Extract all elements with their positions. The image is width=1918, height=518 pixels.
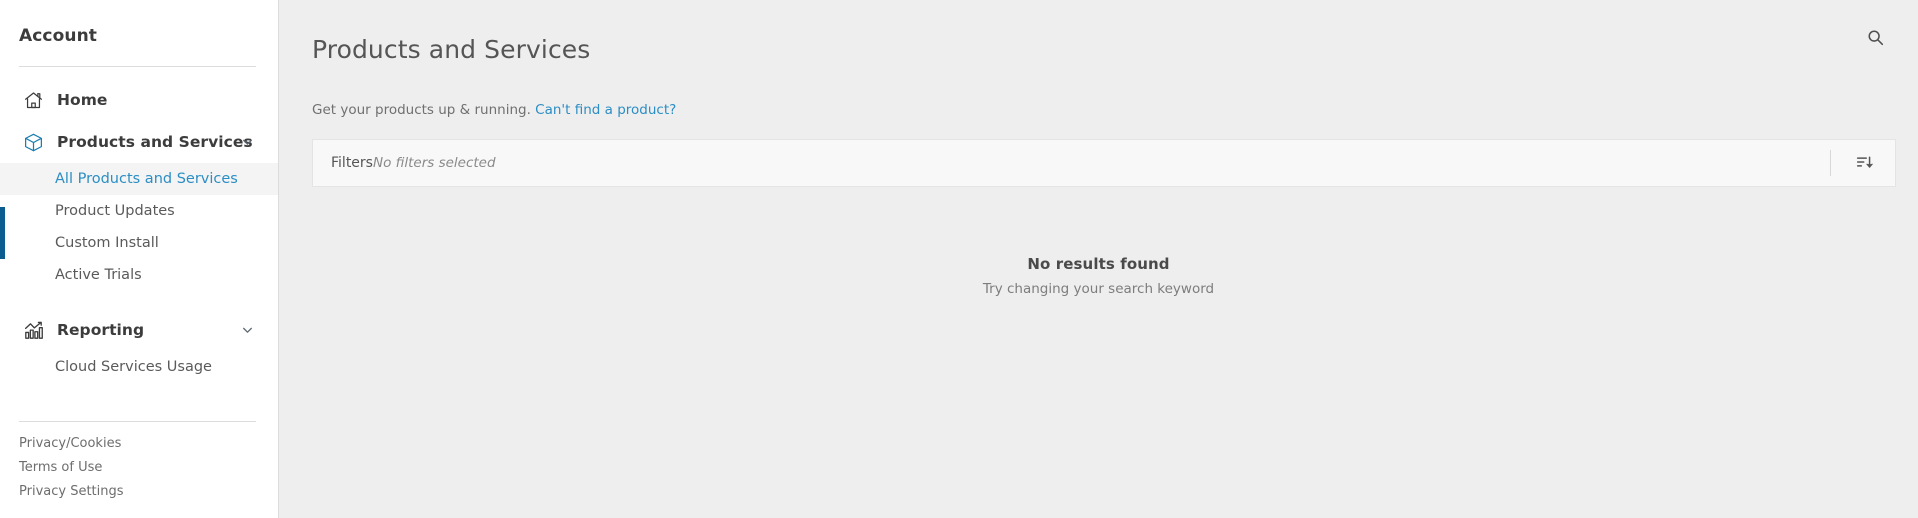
main-topbar [1860,22,1890,52]
sidebar-item-home-label: Home [57,91,108,109]
empty-state-title: No results found [1027,254,1170,273]
sidebar-subitem-label: Product Updates [55,203,175,219]
sidebar-subitem-label: Active Trials [55,267,142,283]
sidebar-subitem-label: Cloud Services Usage [55,359,212,375]
sidebar-item-products-and-services-label: Products and Services [57,133,253,151]
sort-descending-icon[interactable] [1847,146,1881,180]
cube-icon [19,128,47,156]
sidebar-item-home[interactable]: Home [0,79,278,121]
account-header: Account [19,26,98,46]
sidebar-footer: Privacy/Cookies Terms of Use Privacy Set… [0,421,278,508]
page-subtitle: Get your products up & running. Can't fi… [301,81,1896,118]
filter-bar-actions [1830,140,1889,186]
active-section-indicator [0,207,5,259]
main-content: Products and Services Get your products … [279,0,1918,518]
sidebar-footer-divider [19,421,256,422]
filter-summary[interactable]: Filters No filters selected [331,155,496,171]
filters-label: Filters [331,154,373,171]
empty-state-subtitle: Try changing your search keyword [982,280,1215,297]
filter-bar: Filters No filters selected [312,138,1896,187]
sidebar-item-all-products-and-services[interactable]: All Products and Services [0,163,278,195]
empty-state: No results found Try changing your searc… [301,255,1896,297]
sidebar-subitem-label: Custom Install [55,235,159,251]
footer-link-terms-of-use[interactable]: Terms of Use [0,460,278,484]
sidebar-nav: Home Products and Services All Products … [0,67,278,383]
footer-link-privacy-settings[interactable]: Privacy Settings [0,484,278,508]
chevron-down-icon-reporting[interactable] [241,324,254,337]
sidebar-item-cloud-services-usage[interactable]: Cloud Services Usage [0,351,278,383]
chevron-down-icon-products[interactable] [241,136,254,149]
filters-selected-value: No filters selected [372,154,496,171]
sidebar-item-reporting[interactable]: Reporting [0,309,278,351]
sidebar-subitem-label: All Products and Services [55,171,238,187]
app-root: Account Home Products and Services All P… [0,0,1918,518]
home-icon [19,86,47,114]
search-icon[interactable] [1860,22,1890,52]
footer-link-privacy-cookies[interactable]: Privacy/Cookies [0,436,278,460]
sidebar-item-products-and-services[interactable]: Products and Services [0,121,278,163]
sidebar-nav-groups: Home Products and Services All Products … [0,79,278,383]
sidebar-item-custom-install[interactable]: Custom Install [0,227,278,259]
sidebar: Account Home Products and Services All P… [0,0,279,518]
sidebar-item-reporting-label: Reporting [57,321,145,339]
sidebar-item-active-trials[interactable]: Active Trials [0,259,278,291]
bar-chart-icon [19,316,47,344]
page-subtitle-text: Get your products up & running. [312,101,531,118]
page-title: Products and Services [312,34,591,64]
sidebar-item-product-updates[interactable]: Product Updates [0,195,278,227]
cant-find-a-product-link[interactable]: Can't find a product? [535,102,676,118]
filter-bar-divider [1830,149,1831,176]
